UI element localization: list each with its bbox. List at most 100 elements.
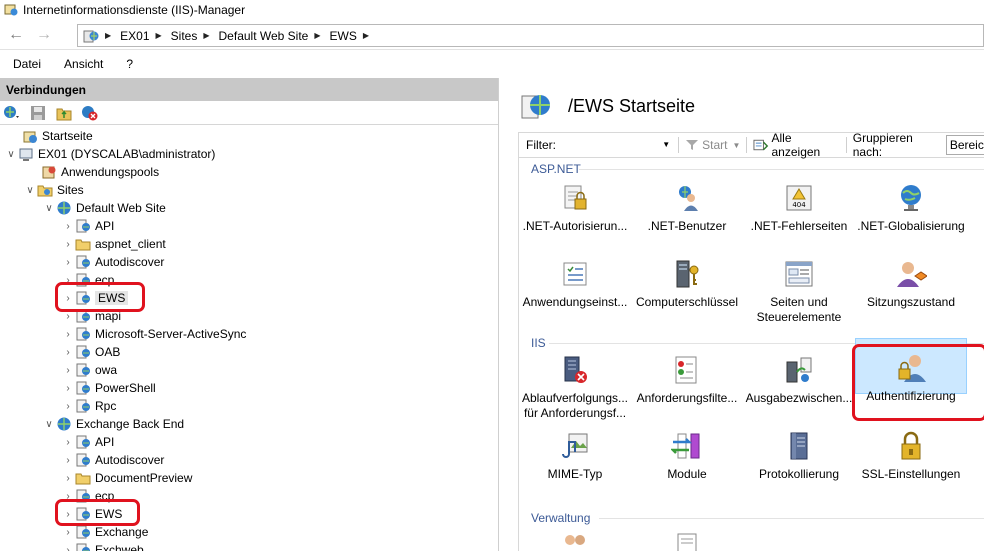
breadcrumb-separator-icon: ▶ [314, 31, 321, 40]
expand-icon[interactable]: › [63, 329, 73, 340]
feature-management-doc[interactable] [631, 530, 743, 551]
logging-icon [790, 432, 808, 460]
expand-icon[interactable]: › [63, 401, 73, 412]
net-users-icon [679, 186, 698, 211]
feature-machine-key[interactable]: Computerschlüssel [631, 258, 743, 310]
home-icon [23, 131, 37, 143]
feature-net-globalization[interactable]: .NET-Globalisierung [855, 182, 967, 234]
feature-net-error-pages[interactable]: 404 .NET-Fehlerseiten [743, 182, 855, 234]
feature-management-users[interactable] [519, 530, 631, 551]
tree-item-backend-autodiscover[interactable]: › Autodiscover [63, 451, 164, 469]
tree-item-activesync[interactable]: › Microsoft-Server-ActiveSync [63, 325, 246, 343]
tree-item-app-pools[interactable]: Anwendungspools [41, 163, 159, 181]
tree-item-sites[interactable]: ∨ Sites [25, 181, 83, 199]
start-button[interactable]: Start ▼ [685, 138, 740, 152]
tree-item-rpc[interactable]: › Rpc [63, 397, 116, 415]
expand-icon[interactable]: › [63, 455, 73, 466]
menu-ansicht[interactable]: Ansicht [64, 57, 103, 71]
app-settings-icon [563, 262, 587, 286]
collapse-icon[interactable]: ∨ [44, 203, 54, 214]
menu-bar: Datei Ansicht ? [0, 52, 984, 76]
expand-icon[interactable]: › [63, 347, 73, 358]
tree-item-startseite[interactable]: Startseite [22, 127, 93, 145]
breadcrumb[interactable]: ▶ EX01 ▶ Sites ▶ Default Web Site ▶ EWS … [77, 24, 984, 47]
management-document-icon [677, 533, 697, 551]
section-aspnet: ASP.NET [531, 162, 581, 176]
website-globe-icon [57, 201, 71, 215]
tree-item-api[interactable]: › API [63, 217, 114, 235]
filter-label: Filter: [526, 138, 556, 152]
feature-mime-types[interactable]: MIME-Typ [519, 430, 631, 482]
toolbar-separator [845, 137, 847, 153]
feature-session-state[interactable]: Sitzungszustand [855, 258, 967, 310]
expand-icon[interactable]: › [63, 437, 73, 448]
app-icon [76, 453, 90, 467]
tree-item-backend-api[interactable]: › API [63, 433, 114, 451]
error-code-text: 404 [792, 201, 806, 209]
feature-net-authorization[interactable]: .NET-Autorisierun... [519, 182, 631, 234]
filter-bar: Filter: ▼ Start ▼ Alle anzeigen Gruppier… [518, 131, 984, 159]
expand-icon[interactable]: › [63, 311, 73, 322]
filter-input[interactable]: ▼ [560, 136, 673, 154]
tree-item-oab[interactable]: › OAB [63, 343, 120, 361]
connect-icon[interactable] [3, 104, 20, 121]
site-globe-icon [83, 30, 99, 42]
group-by-label: Gruppieren nach: [852, 131, 913, 159]
expand-icon[interactable]: › [63, 221, 73, 232]
breadcrumb-ews[interactable]: EWS [330, 29, 357, 43]
tree-item-owa[interactable]: › owa [63, 361, 117, 379]
expand-icon[interactable]: › [63, 545, 73, 551]
feature-app-settings[interactable]: Anwendungseinst... [519, 258, 631, 310]
app-icon [76, 399, 90, 413]
disconnect-icon[interactable] [81, 104, 98, 121]
feature-output-caching[interactable]: Ausgabezwischen... [743, 354, 855, 406]
group-by-select[interactable]: Bereich [945, 135, 984, 155]
feature-pages-controls[interactable]: Seiten und Steuerelemente [743, 258, 855, 325]
tree-item-documentpreview[interactable]: › DocumentPreview [63, 469, 192, 487]
server-icon [19, 148, 33, 161]
collapse-icon[interactable]: ∨ [25, 185, 35, 196]
expand-icon[interactable]: › [63, 527, 73, 538]
feature-ssl-settings[interactable]: SSL-Einstellungen [855, 430, 967, 482]
tree-item-server[interactable]: ∨ EX01 (DYSCALAB\administrator) [6, 145, 215, 163]
expand-icon[interactable]: › [63, 383, 73, 394]
tree-item-default-web-site[interactable]: ∨ Default Web Site [44, 199, 166, 217]
tree-item-powershell[interactable]: › PowerShell [63, 379, 155, 397]
breadcrumb-ex01[interactable]: EX01 [120, 29, 149, 43]
breadcrumb-sites[interactable]: Sites [171, 29, 198, 43]
breadcrumb-separator-icon: ▶ [155, 31, 162, 40]
tree-item-exchange-back-end[interactable]: ∨ Exchange Back End [44, 415, 184, 433]
tree-item-aspnet-client[interactable]: › aspnet_client [63, 235, 165, 253]
modules-icon [671, 433, 700, 459]
request-filtering-icon [675, 356, 697, 384]
feature-failed-request-tracing[interactable]: Ablaufverfolgungs... für Anforderungsf..… [519, 354, 631, 421]
ssl-settings-icon [901, 431, 921, 460]
up-folder-icon[interactable] [55, 104, 72, 121]
collapse-icon[interactable]: ∨ [44, 419, 54, 430]
expand-icon[interactable]: › [63, 365, 73, 376]
folder-icon [75, 239, 91, 251]
expand-icon[interactable]: › [63, 257, 73, 268]
breadcrumb-default-web-site[interactable]: Default Web Site [219, 29, 309, 43]
expand-icon[interactable]: › [63, 473, 73, 484]
features-panel: /EWS Startseite Filter: ▼ Start ▼ Alle a… [505, 78, 984, 551]
management-users-icon [565, 535, 585, 545]
tree-item-exchweb[interactable]: › Exchweb [63, 541, 144, 551]
tree-item-autodiscover[interactable]: › Autodiscover [63, 253, 164, 271]
expand-icon[interactable]: › [63, 239, 73, 250]
chevron-down-icon: ▼ [732, 140, 741, 150]
back-button[interactable]: ← [6, 25, 26, 45]
menu-datei[interactable]: Datei [13, 57, 41, 71]
feature-logging[interactable]: Protokollierung [743, 430, 855, 482]
red-highlight-ews-default [55, 282, 145, 312]
save-icon[interactable] [29, 104, 46, 121]
red-highlight-authentication [852, 344, 984, 421]
feature-net-users[interactable]: .NET-Benutzer [631, 182, 743, 234]
show-all-button[interactable]: Alle anzeigen [753, 131, 839, 159]
collapse-icon[interactable]: ∨ [6, 149, 16, 160]
feature-modules[interactable]: Module [631, 430, 743, 482]
feature-request-filtering[interactable]: Anforderungsfilte... [631, 354, 743, 406]
menu-help[interactable]: ? [126, 57, 133, 71]
forward-button[interactable]: → [34, 25, 54, 45]
breadcrumb-separator-icon[interactable]: ▶ [363, 31, 369, 40]
